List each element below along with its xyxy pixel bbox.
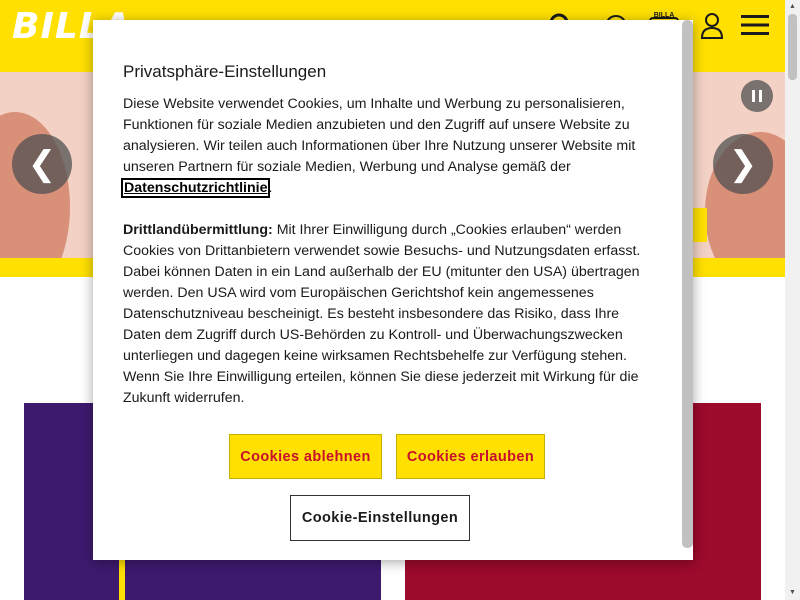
hamburger-menu-icon[interactable]: [740, 14, 770, 42]
page-scrollbar-thumb[interactable]: [788, 14, 797, 80]
scroll-up-arrow-icon[interactable]: ▲: [785, 0, 800, 14]
dialog-scrollbar[interactable]: [682, 20, 693, 560]
user-account-icon[interactable]: [700, 12, 728, 40]
intro-end: .: [268, 180, 273, 196]
pause-icon-bar: [752, 90, 755, 102]
carousel-prev-button[interactable]: ❮: [12, 134, 72, 194]
intro-paragraph: Diese Website verwendet Cookies, um Inha…: [120, 94, 653, 199]
cursor-illustration: [119, 553, 179, 600]
cookie-settings-button[interactable]: Cookie-Einstellungen: [290, 495, 470, 541]
intro-text: Diese Website verwendet Cookies, um Inha…: [123, 96, 636, 175]
carousel-pause-button[interactable]: [741, 80, 773, 112]
third-country-text: Mit Ihrer Einwilligung durch „Cookies er…: [123, 222, 641, 406]
chevron-left-icon: ❮: [27, 145, 57, 183]
dialog-scrollbar-thumb[interactable]: [682, 20, 693, 548]
third-country-label: Drittlandübermittlung:: [123, 222, 273, 238]
decline-cookies-button[interactable]: Cookies ablehnen: [229, 434, 382, 479]
scroll-down-arrow-icon[interactable]: ▼: [785, 586, 800, 600]
dialog-title: Privatsphäre-Einstellungen: [123, 62, 327, 81]
privacy-policy-link[interactable]: Datenschutzrichtlinie: [120, 178, 271, 198]
pause-icon-bar: [759, 90, 762, 102]
club-badge-text: BILLA: [654, 12, 675, 19]
chevron-right-icon: ❯: [728, 145, 758, 183]
dialog-body: Diese Website verwendet Cookies, um Inha…: [120, 94, 653, 430]
third-country-paragraph: Drittlandübermittlung: Mit Ihrer Einwill…: [123, 220, 653, 409]
page-scrollbar[interactable]: ▲ ▼: [785, 0, 800, 600]
accept-cookies-button[interactable]: Cookies erlauben: [396, 434, 545, 479]
cookie-consent-dialog: Privatsphäre-Einstellungen Diese Website…: [93, 20, 693, 560]
carousel-next-button[interactable]: ❯: [713, 134, 773, 194]
